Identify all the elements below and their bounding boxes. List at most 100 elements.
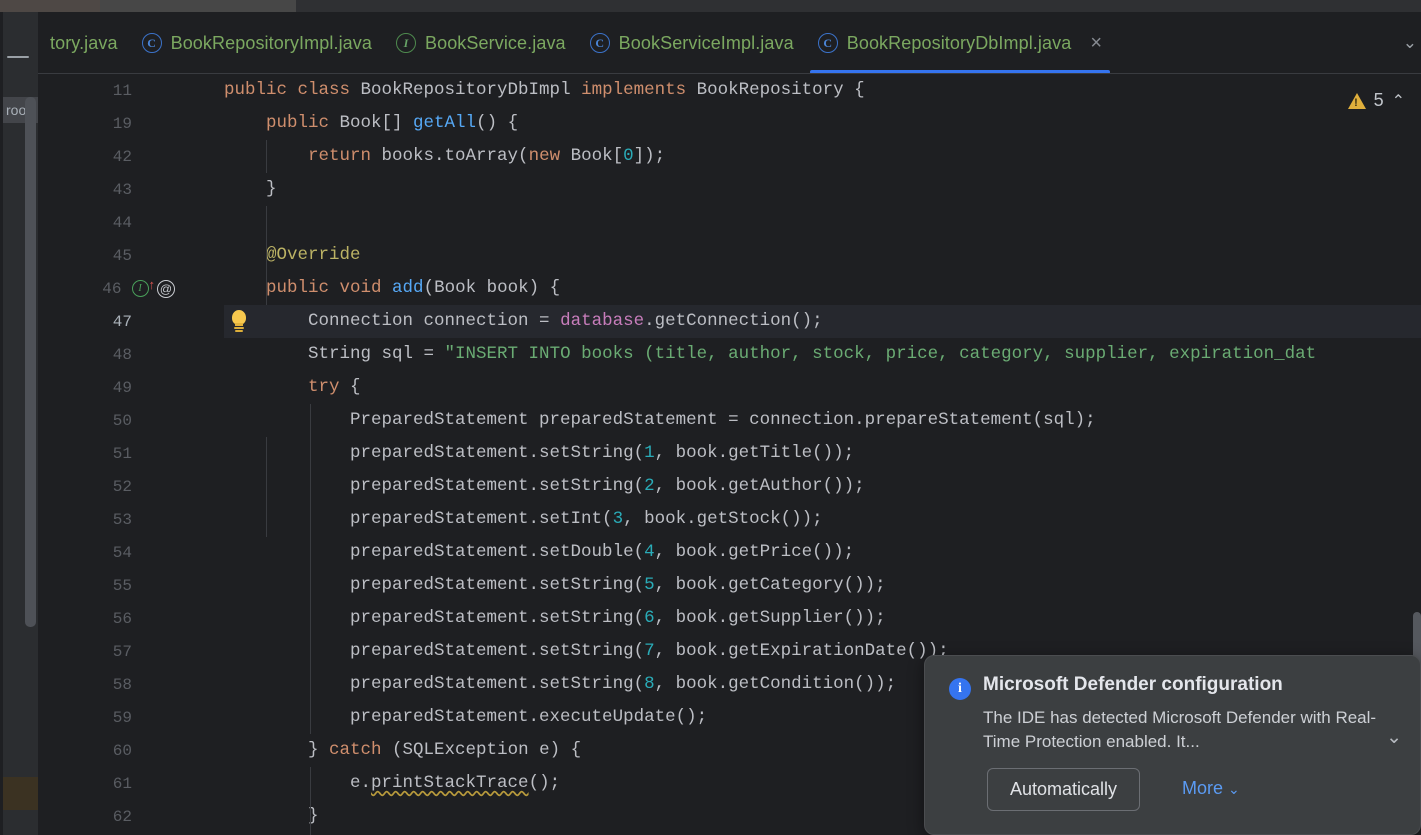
code-token: books.toArray( xyxy=(381,146,529,166)
code-token: } xyxy=(224,179,277,199)
intention-bulb-icon[interactable] xyxy=(229,310,249,334)
line-number: 46 xyxy=(102,279,122,298)
editor-tab-bar: tory.java C BookRepositoryImpl.java I BookSe… xyxy=(38,12,1421,74)
gutter-line-43[interactable]: 43 xyxy=(38,173,175,206)
gutter-line-60[interactable]: 60 xyxy=(38,734,175,767)
ide-window: roo tory.java C BookRepositoryImpl.java I Bo… xyxy=(0,0,1421,835)
code-token: public xyxy=(266,278,340,298)
line-number: 19 xyxy=(112,114,132,133)
gutter-line-55[interactable]: 55 xyxy=(38,569,175,602)
code-line-46: public void add(Book book) { xyxy=(224,272,560,305)
gutter-line-57[interactable]: 57 xyxy=(38,635,175,668)
code-token: , book.getTitle()); xyxy=(654,443,855,463)
project-tree-scrollbar[interactable] xyxy=(25,97,36,627)
gutter-line-51[interactable]: 51 xyxy=(38,437,175,470)
more-dropdown[interactable]: More ⌄ xyxy=(1182,778,1240,799)
gutter-line-56[interactable]: 56 xyxy=(38,602,175,635)
gutter-line-52[interactable]: 52 xyxy=(38,470,175,503)
code-line-47: Connection connection = database.getConn… xyxy=(224,305,823,338)
code-token: 7 xyxy=(644,641,655,661)
line-number: 58 xyxy=(112,675,132,694)
code-token: (SQLException e) { xyxy=(392,740,582,760)
automatically-button[interactable]: Automatically xyxy=(987,768,1141,811)
gutter-line-45[interactable]: 45 xyxy=(38,239,175,272)
gutter-line-50[interactable]: 50 xyxy=(38,404,175,437)
line-number: 56 xyxy=(112,609,132,628)
code-line-19: public Book[] getAll() { xyxy=(224,107,518,140)
line-number: 59 xyxy=(112,708,132,727)
panel-divider[interactable] xyxy=(0,12,3,835)
editor-tab-0[interactable]: tory.java xyxy=(38,12,130,74)
code-token: , book.getStock()); xyxy=(623,509,823,529)
gutter-line-42[interactable]: 42 xyxy=(38,140,175,173)
gutter-marks: I ↑ @ xyxy=(128,278,175,298)
line-number: 61 xyxy=(112,774,132,793)
code-token: , book.getCondition()); xyxy=(654,674,897,694)
gutter-line-58[interactable]: 58 xyxy=(38,668,175,701)
code-token: (Book book) { xyxy=(423,278,561,298)
gutter-line-19[interactable]: 19 xyxy=(38,107,175,140)
code-line-42: return books.toArray(new Book[0]); xyxy=(224,140,665,173)
gutter-line-54[interactable]: 54 xyxy=(38,536,175,569)
editor-tab-3[interactable]: C BookServiceImpl.java xyxy=(578,12,806,74)
close-icon[interactable]: × xyxy=(1090,33,1102,53)
gutter-line-44[interactable]: 44 xyxy=(38,206,175,239)
code-token: preparedStatement.setString( xyxy=(224,674,645,694)
notification-title: Microsoft Defender configuration xyxy=(983,674,1283,695)
gutter-line-61[interactable]: 61 xyxy=(38,767,175,800)
indent-guide xyxy=(266,140,267,173)
editor-gutter[interactable]: 11 19 42 43 44 45 46 I ↑ @ 47 48 49 50 51 52 53 54 55 56 57 5… xyxy=(38,74,175,835)
class-icon: C xyxy=(817,33,838,53)
code-token: Book[ xyxy=(570,146,624,166)
line-number: 55 xyxy=(112,576,132,595)
code-token: void xyxy=(339,278,393,298)
editor-tab-4[interactable]: C BookRepositoryDbImpl.java × xyxy=(806,12,1114,74)
code-token: } xyxy=(224,740,330,760)
code-line-51: preparedStatement.setString(1, book.getT… xyxy=(224,437,854,470)
indent-guide xyxy=(310,404,311,734)
indent-guide xyxy=(266,504,267,514)
tab-overflow-chevron-icon[interactable]: ⌄ xyxy=(1403,33,1421,53)
gutter-line-47[interactable]: 47 xyxy=(38,305,175,338)
indent-guide xyxy=(310,767,311,835)
code-token: printStackTrace xyxy=(371,773,529,793)
class-icon: C xyxy=(141,33,162,53)
title-strip-segment-b xyxy=(100,0,296,12)
implements-marker-icon[interactable]: I xyxy=(131,280,149,297)
code-token: return xyxy=(308,146,382,166)
code-token: "INSERT INTO books (title, author, stock… xyxy=(444,344,1317,364)
annotation-marker-icon[interactable]: @ xyxy=(157,279,175,298)
gutter-line-46[interactable]: 46 I ↑ @ xyxy=(38,272,175,305)
gutter-line-48[interactable]: 48 xyxy=(38,338,175,371)
code-token: 4 xyxy=(644,542,655,562)
line-number: 53 xyxy=(112,510,132,529)
code-token: preparedStatement.setString( xyxy=(224,608,645,628)
code-token: 2 xyxy=(644,476,655,496)
chevron-down-icon[interactable]: ⌄ xyxy=(1386,726,1402,749)
code-token: public xyxy=(224,80,298,100)
gutter-line-11[interactable]: 11 xyxy=(38,74,175,107)
code-line-53: preparedStatement.setInt(3, book.getStoc… xyxy=(224,503,823,536)
code-line-55: preparedStatement.setString(5, book.getC… xyxy=(224,569,886,602)
gutter-line-62[interactable]: 62 xyxy=(38,800,175,833)
code-token: BookRepository { xyxy=(696,80,865,100)
gutter-line-53[interactable]: 53 xyxy=(38,503,175,536)
minus-icon[interactable] xyxy=(7,56,29,58)
code-token: new xyxy=(528,146,571,166)
code-token: , book.getSupplier()); xyxy=(654,608,886,628)
code-line-61: e.printStackTrace(); xyxy=(224,767,560,800)
line-number: 50 xyxy=(112,411,132,430)
gutter-line-59[interactable]: 59 xyxy=(38,701,175,734)
editor-tab-label: BookRepositoryImpl.java xyxy=(170,32,372,53)
gutter-line-49[interactable]: 49 xyxy=(38,371,175,404)
editor-tab-label: BookRepositoryDbImpl.java xyxy=(846,32,1072,53)
tool-window-highlight-block xyxy=(0,777,38,810)
line-number: 42 xyxy=(112,147,132,166)
editor-tab-2[interactable]: I BookService.java xyxy=(384,12,578,74)
title-strip-segment-a xyxy=(0,0,100,12)
code-token: { xyxy=(350,377,361,397)
editor-tab-1[interactable]: C BookRepositoryImpl.java xyxy=(130,12,384,74)
code-token: , book.getAuthor()); xyxy=(654,476,865,496)
